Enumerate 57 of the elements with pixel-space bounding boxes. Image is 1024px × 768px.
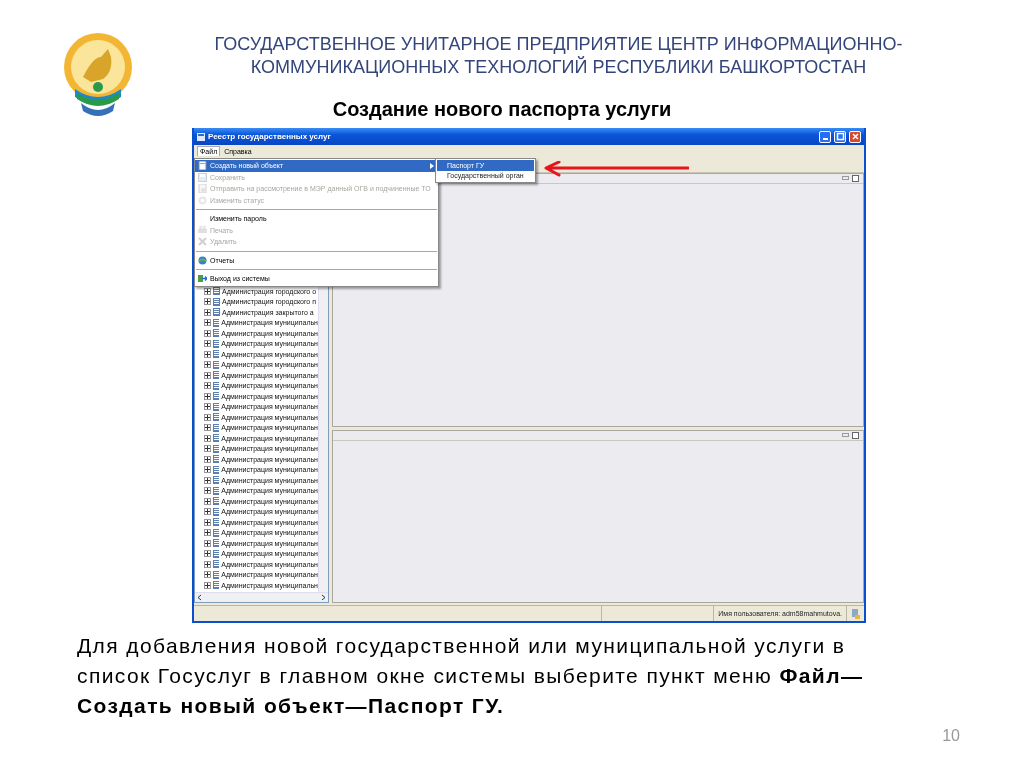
- maximize-button[interactable]: [834, 130, 846, 143]
- expand-icon[interactable]: [204, 340, 211, 348]
- expand-icon[interactable]: [204, 413, 211, 421]
- expand-icon[interactable]: [204, 455, 211, 463]
- expand-icon[interactable]: [204, 329, 211, 337]
- expand-icon[interactable]: [204, 298, 211, 306]
- expand-icon[interactable]: [204, 571, 211, 579]
- expand-icon[interactable]: [204, 382, 211, 390]
- organization-name: ГОСУДАРСТВЕННОЕ УНИТАРНОЕ ПРЕДПРИЯТИЕ ЦЕНТР ИНФОРМАЦИОННО-: [213, 33, 904, 56]
- scroll-right-icon[interactable]: [319, 593, 328, 602]
- close-icon: [850, 132, 860, 141]
- menu-item-icon: [198, 237, 207, 247]
- slide-title: Создание нового паспорта услуги: [331, 97, 673, 121]
- expand-icon[interactable]: [204, 308, 211, 316]
- expand-icon[interactable]: [204, 466, 211, 474]
- expand-icon[interactable]: [204, 529, 211, 537]
- vertical-scrollbar[interactable]: [318, 286, 328, 592]
- expand-icon[interactable]: [204, 518, 211, 526]
- menu-item-icon: [198, 255, 207, 265]
- menu-item-icon: [198, 161, 207, 171]
- menu-item-icon: [198, 172, 207, 182]
- expand-icon[interactable]: [204, 424, 211, 432]
- expand-icon[interactable]: [204, 392, 211, 400]
- expand-icon[interactable]: [204, 350, 211, 358]
- instruction-text: Для добавления новой государственной или муниципальной услуги в список Госуслуг в главном окне системы выберите пункт меню Файл—Создать новый объект—Паспорт ГУ.: [77, 633, 865, 719]
- expand-icon[interactable]: [204, 371, 211, 379]
- menu-item-icon: [198, 225, 207, 235]
- expand-icon[interactable]: [204, 487, 211, 495]
- expand-icon[interactable]: [204, 581, 211, 589]
- maximize-icon[interactable]: [852, 175, 859, 182]
- expand-icon[interactable]: [204, 361, 211, 369]
- organization-name: КОММУНИКАЦИОННЫХ ТЕХНОЛОГИЙ РЕСПУБЛИКИ БАШКОРТОСТАН: [249, 56, 868, 79]
- scroll-left-icon[interactable]: [195, 593, 204, 602]
- maximize-icon[interactable]: [852, 431, 859, 439]
- page-number: 10: [942, 726, 960, 746]
- window-title: Реестр государственных услуг: [208, 132, 332, 141]
- menu-item-icon: [198, 274, 207, 284]
- expand-icon[interactable]: [204, 550, 211, 558]
- expand-icon[interactable]: [204, 403, 211, 411]
- close-button[interactable]: [849, 130, 861, 143]
- horizontal-scrollbar[interactable]: [195, 592, 328, 602]
- list-icon: [213, 581, 220, 590]
- submenu-arrow-icon: [430, 162, 434, 169]
- menu-item-icon: [198, 195, 207, 205]
- expand-icon[interactable]: [204, 539, 211, 547]
- app-icon: [197, 132, 205, 141]
- minimize-button[interactable]: [819, 130, 831, 143]
- expand-icon[interactable]: [204, 508, 211, 516]
- expand-icon[interactable]: [204, 497, 211, 505]
- maximize-icon: [835, 132, 845, 141]
- expand-icon[interactable]: [204, 434, 211, 442]
- expand-icon[interactable]: [204, 476, 211, 484]
- expand-icon[interactable]: [204, 445, 211, 453]
- expand-icon[interactable]: [204, 560, 211, 568]
- expand-icon[interactable]: [204, 319, 211, 327]
- menu-item-icon: [198, 184, 207, 194]
- user-icon: [851, 608, 860, 619]
